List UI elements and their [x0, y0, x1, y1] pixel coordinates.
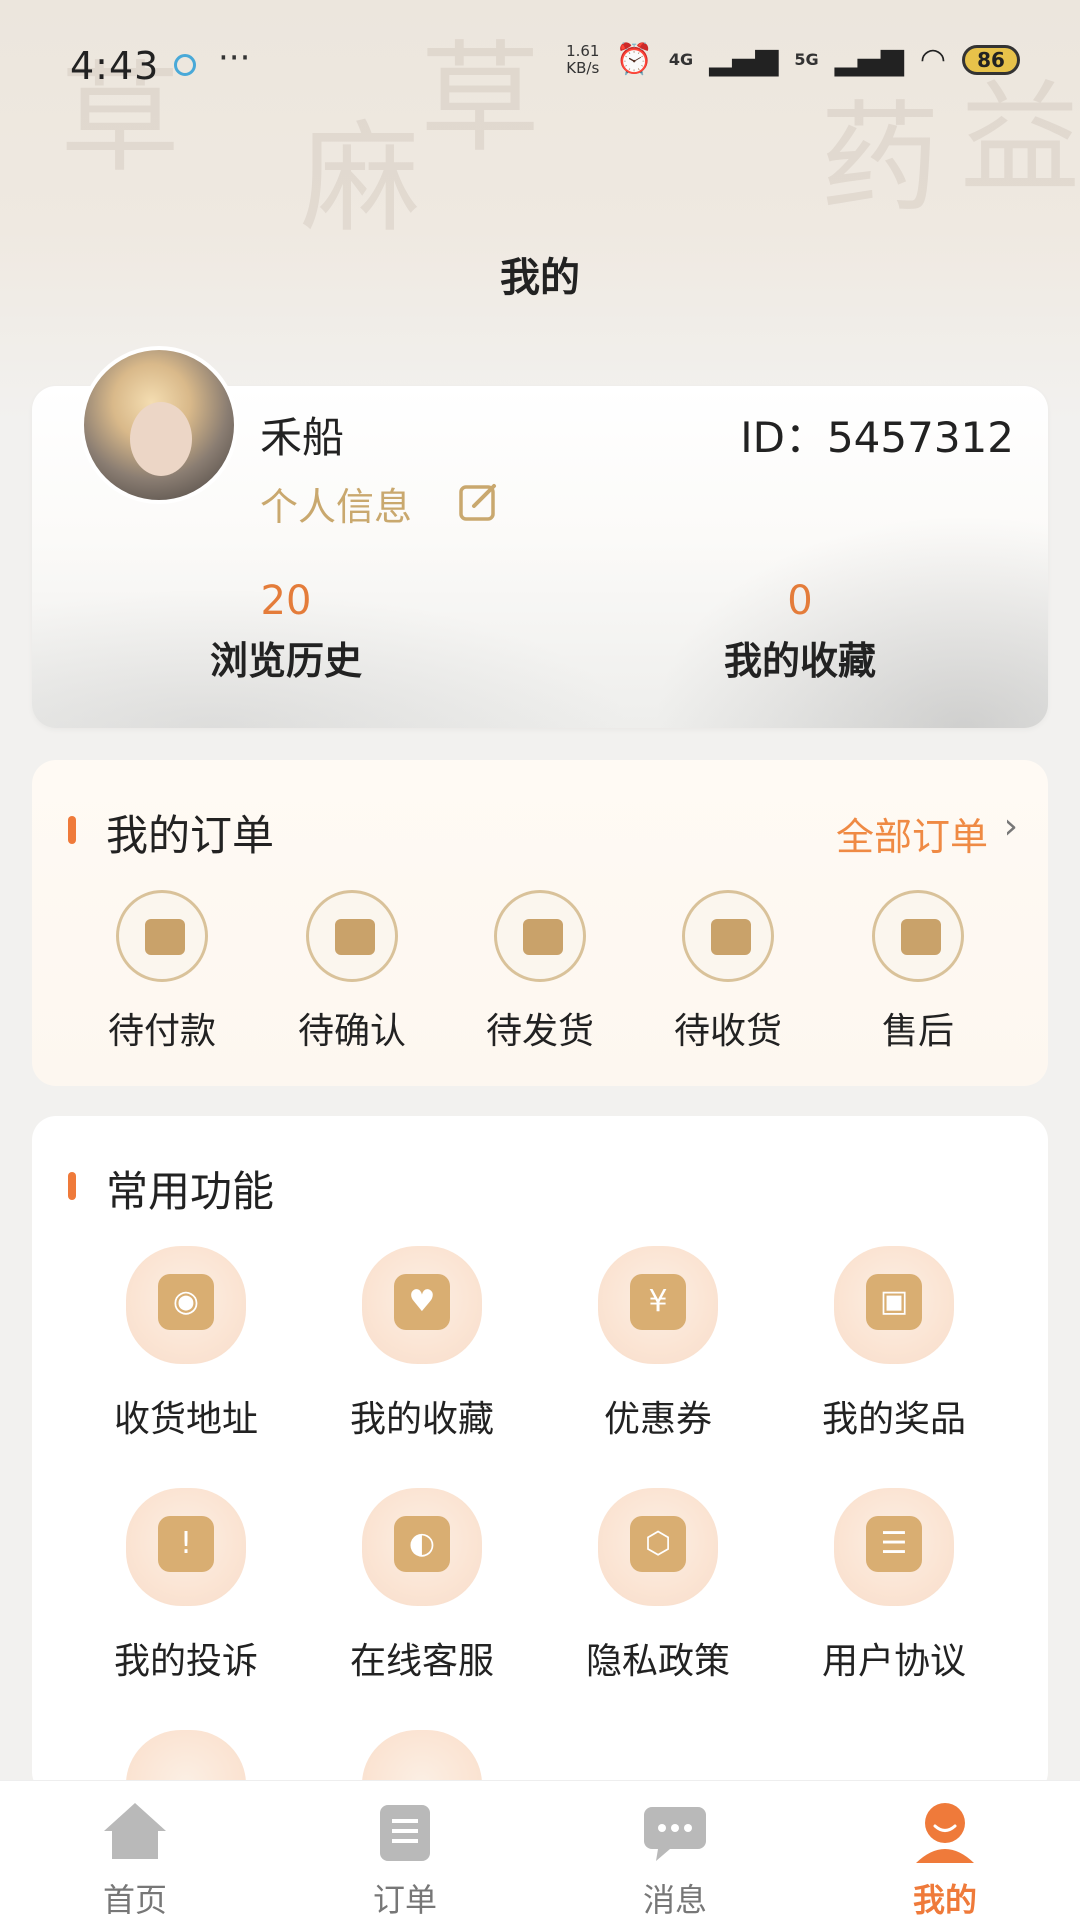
user-id: ID：5457312	[740, 413, 1014, 462]
signal-4g-label: 4G	[668, 50, 694, 69]
coupon-icon: ¥	[598, 1246, 718, 1364]
tab-mine[interactable]: 我的	[845, 1781, 1045, 1920]
functions-header: 常用功能	[32, 1116, 1048, 1236]
wifi-icon: ◠	[919, 42, 946, 77]
personal-info-link[interactable]: 个人信息	[260, 476, 412, 531]
order-after-sales[interactable]: 售后	[848, 890, 988, 1054]
avatar[interactable]	[80, 346, 238, 504]
message-icon	[644, 1807, 706, 1861]
receive-icon	[682, 890, 774, 982]
headset-icon: ◐	[362, 1488, 482, 1606]
user-icon	[916, 1803, 974, 1863]
online-service-item[interactable]: ◐ 在线客服	[322, 1488, 522, 1684]
gift-icon: ▣	[834, 1246, 954, 1364]
home-icon	[104, 1803, 166, 1859]
confirm-icon	[306, 890, 398, 982]
shipping-address-item[interactable]: ◉ 收货地址	[86, 1246, 286, 1442]
wallet-icon	[116, 890, 208, 982]
browse-history-count: 20	[260, 578, 312, 624]
agreement-icon: ☰	[834, 1488, 954, 1606]
signal-5g-icon: ▂▄▆	[834, 42, 904, 77]
return-icon	[872, 890, 964, 982]
order-pending-receive[interactable]: 待收货	[658, 890, 798, 1054]
truck-icon	[494, 890, 586, 982]
net-speed: 1.61 KB/s	[566, 41, 600, 77]
location-icon: ◉	[126, 1246, 246, 1364]
favorites-stat[interactable]: 0 我的收藏	[700, 578, 900, 685]
complaint-icon: !	[126, 1488, 246, 1606]
signal-5g-label: 5G	[794, 50, 819, 69]
all-orders-link[interactable]: 全部订单	[836, 806, 988, 861]
heart-icon: ♥	[362, 1246, 482, 1364]
status-right: 1.61 KB/s ⏰ 4G ▂▄▆ 5G ▂▄▆ ◠ 86	[566, 42, 1020, 77]
my-prizes-item[interactable]: ▣ 我的奖品	[794, 1246, 994, 1442]
browse-history-stat[interactable]: 20 浏览历史	[186, 578, 386, 685]
shield-icon: ⬡	[598, 1488, 718, 1606]
clipboard-icon	[380, 1805, 430, 1861]
section-accent-bar	[68, 1172, 76, 1200]
tab-orders[interactable]: 订单	[305, 1781, 505, 1920]
orders-header: 我的订单 全部订单 ›	[32, 760, 1048, 880]
order-pending-confirm[interactable]: 待确认	[282, 890, 422, 1054]
my-favorites-item[interactable]: ♥ 我的收藏	[322, 1246, 522, 1442]
coupon-item[interactable]: ¥ 优惠券	[558, 1246, 758, 1442]
bottom-tab-bar: 首页 订单 消息 我的	[0, 1780, 1080, 1920]
orders-card: 我的订单 全部订单 › 待付款 待确认 待发货 待收货 售后	[32, 760, 1048, 1086]
tab-home[interactable]: 首页	[35, 1781, 235, 1920]
app-notification-icon	[174, 54, 196, 76]
favorites-label: 我的收藏	[723, 639, 876, 683]
user-agreement-item[interactable]: ☰ 用户协议	[794, 1488, 994, 1684]
tab-messages[interactable]: 消息	[575, 1781, 775, 1920]
functions-title: 常用功能	[106, 1167, 275, 1216]
order-pending-ship[interactable]: 待发货	[470, 890, 610, 1054]
privacy-policy-item[interactable]: ⬡ 隐私政策	[558, 1488, 758, 1684]
edit-icon[interactable]	[458, 480, 500, 522]
chevron-right-icon[interactable]: ›	[1004, 806, 1018, 847]
browse-history-label: 浏览历史	[209, 639, 362, 683]
alarm-icon: ⏰	[615, 42, 653, 77]
my-complaints-item[interactable]: ! 我的投诉	[86, 1488, 286, 1684]
username: 禾船	[260, 413, 345, 462]
favorites-count: 0	[787, 578, 813, 624]
page-title: 我的	[500, 255, 580, 301]
orders-title: 我的订单	[106, 811, 275, 860]
signal-4g-icon: ▂▄▆	[709, 42, 779, 77]
section-accent-bar	[68, 816, 76, 844]
battery-icon: 86	[962, 44, 1020, 75]
order-pending-payment[interactable]: 待付款	[92, 890, 232, 1054]
status-time: 4:43	[70, 44, 160, 88]
order-status-row: 待付款 待确认 待发货 待收货 售后	[32, 890, 1048, 1070]
functions-card: 常用功能 ◉ 收货地址 ♥ 我的收藏 ¥ 优惠券 ▣ 我的奖品 ! 我的投诉 ◐…	[32, 1116, 1048, 1848]
status-bar: 4:43 ··· 1.61 KB/s ⏰ 4G ▂▄▆ 5G ▂▄▆ ◠ 86	[0, 0, 1080, 130]
more-notifications-icon: ···	[218, 38, 251, 78]
